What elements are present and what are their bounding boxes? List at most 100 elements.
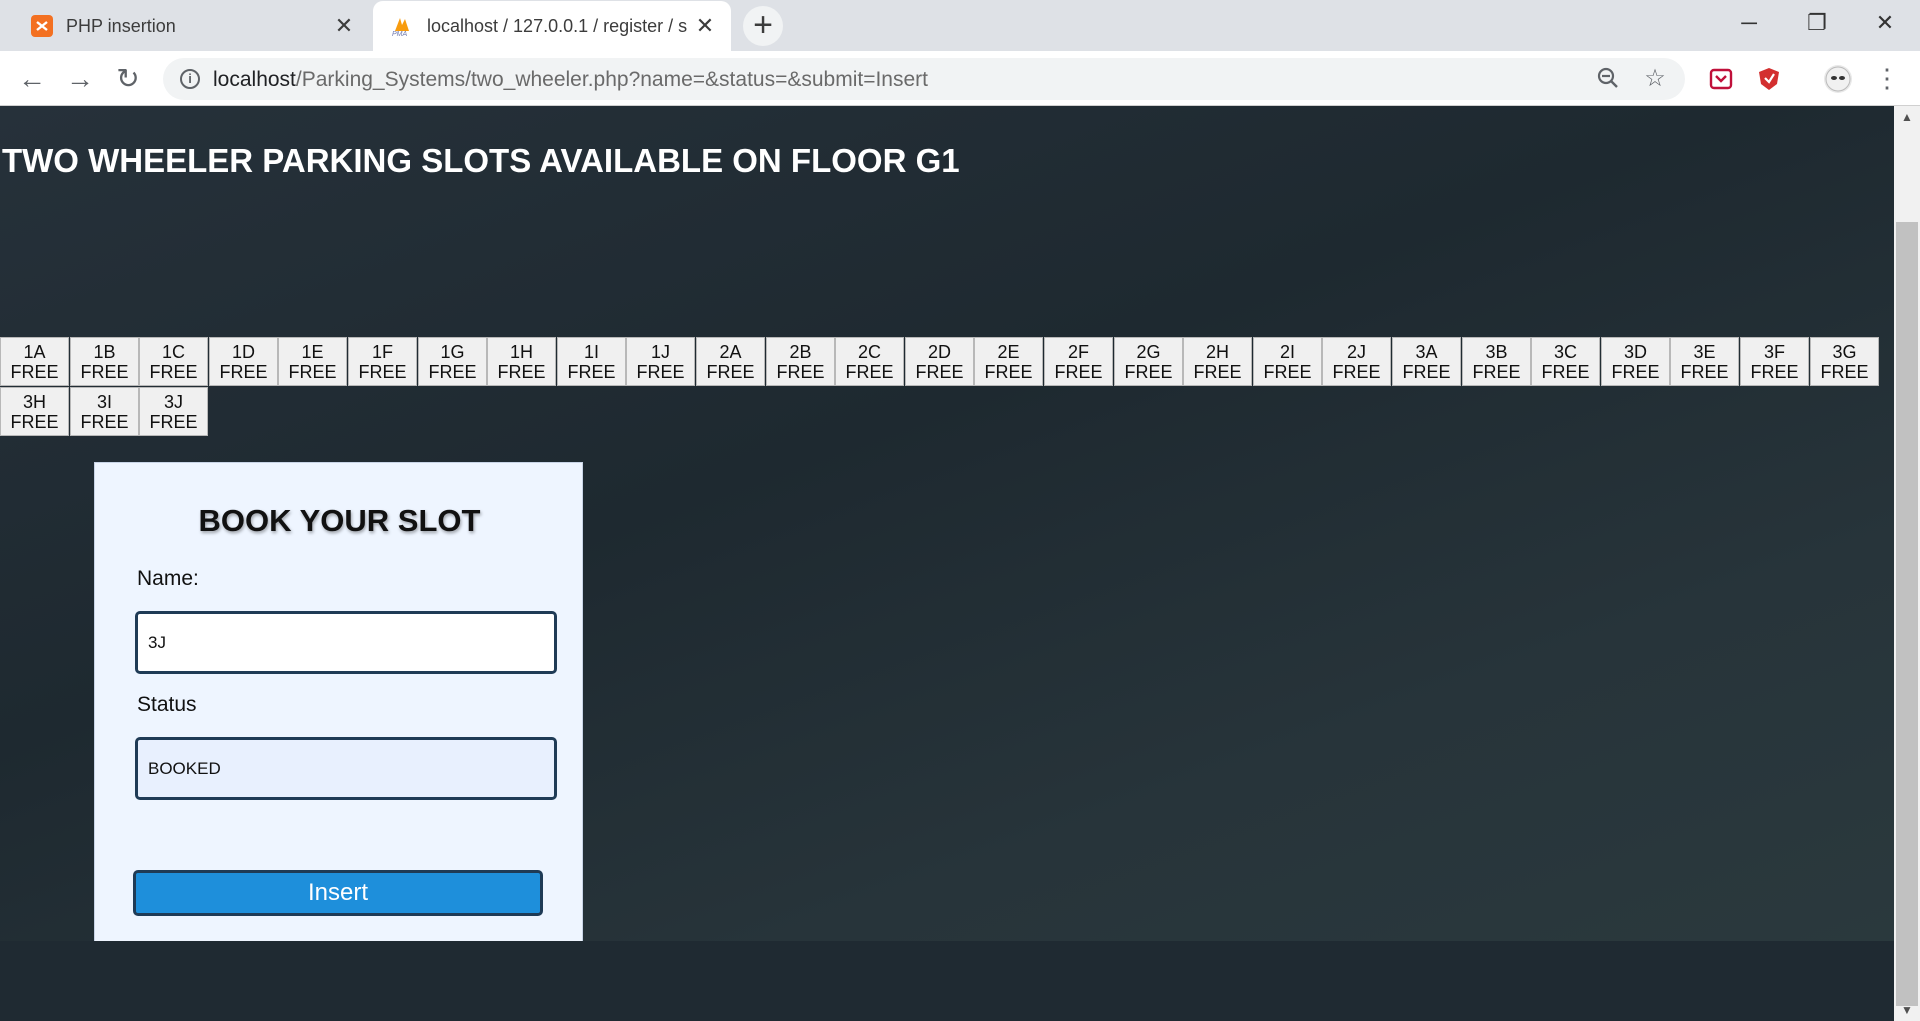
slot-id: 1F [371,342,393,362]
slot-status: FREE [1402,362,1451,382]
form-title: BOOK YOUR SLOT [198,503,481,538]
slot-status: FREE [1472,362,1521,382]
page-title: TWO WHEELER PARKING SLOTS AVAILABLE ON F… [2,142,960,179]
parking-slot[interactable]: 2I FREE [1253,337,1322,386]
profile-avatar-icon[interactable] [1824,65,1852,93]
slot-status: FREE [80,362,129,382]
slot-id: 3E [1693,342,1716,362]
new-tab-button[interactable]: + [743,6,783,46]
slot-id: 2B [789,342,812,362]
slot-id: 3A [1415,342,1438,362]
tab-phpmyadmin[interactable]: PMA localhost / 127.0.0.1 / register / s… [373,1,731,51]
minimize-icon[interactable]: ─ [1728,8,1770,38]
xampp-icon [30,14,54,38]
parking-slot[interactable]: 1J FREE [626,337,695,386]
slot-id: 2F [1067,342,1089,362]
parking-slot[interactable]: 1D FREE [209,337,278,386]
shield-extension-icon[interactable] [1755,65,1783,93]
vertical-scrollbar[interactable]: ▲ ▼ [1894,106,1920,1021]
parking-slot[interactable]: 1F FREE [348,337,417,386]
parking-slot[interactable]: 2J FREE [1322,337,1391,386]
slot-status: FREE [1054,362,1103,382]
forward-arrow-icon[interactable]: → [62,61,98,97]
parking-slot[interactable]: 2F FREE [1044,337,1113,386]
back-arrow-icon[interactable]: ← [14,61,50,97]
name-label: Name: [137,567,199,590]
slot-id: 3H [22,392,46,412]
slot-status: FREE [636,362,685,382]
slot-id: 3B [1485,342,1508,362]
parking-slot[interactable]: 2D FREE [905,337,974,386]
parking-slot[interactable]: 3G FREE [1810,337,1879,386]
window-close-icon[interactable]: ✕ [1864,8,1906,38]
close-icon[interactable]: ✕ [332,14,356,38]
parking-slot[interactable]: 2G FREE [1114,337,1183,386]
url-text[interactable]: localhost/Parking_Systems/two_wheeler.ph… [213,68,928,92]
svg-text:PMA: PMA [392,31,408,37]
parking-slot[interactable]: 1G FREE [418,337,487,386]
parking-slot[interactable]: 2B FREE [766,337,835,386]
slot-id: 3D [1623,342,1647,362]
parking-slot[interactable]: 3I FREE [70,387,139,436]
insert-button[interactable]: Insert [133,870,543,916]
reload-icon[interactable]: ↻ [110,61,146,97]
scroll-down-arrow-icon[interactable]: ▼ [1894,1003,1920,1019]
slot-status: FREE [1541,362,1590,382]
parking-slot[interactable]: 3A FREE [1392,337,1461,386]
status-input[interactable]: BOOKED [135,737,557,800]
parking-slot[interactable]: 3F FREE [1740,337,1809,386]
slot-status: FREE [1124,362,1173,382]
close-icon[interactable]: ✕ [693,14,717,38]
restore-icon[interactable]: ❐ [1796,8,1838,38]
slot-status: FREE [567,362,616,382]
parking-slot[interactable]: 1I FREE [557,337,626,386]
slot-id: 2G [1136,342,1161,362]
parking-slot[interactable]: 3H FREE [0,387,69,436]
slot-id: 3J [163,392,183,412]
parking-slot[interactable]: 1E FREE [278,337,347,386]
parking-slot[interactable]: 3B FREE [1462,337,1531,386]
menu-dots-icon[interactable]: ⋮ [1874,63,1900,93]
slot-status: FREE [1750,362,1799,382]
zoom-out-icon[interactable] [1595,66,1621,92]
slot-id: 1A [23,342,46,362]
parking-slot[interactable]: 1A FREE [0,337,69,386]
slot-id: 3G [1832,342,1857,362]
parking-slot[interactable]: 2H FREE [1183,337,1252,386]
name-input[interactable]: 3J [135,611,557,674]
slot-status: FREE [1680,362,1729,382]
star-bookmark-icon[interactable]: ☆ [1642,66,1668,92]
slot-id: 1J [650,342,670,362]
slot-id: 2D [927,342,951,362]
browser-toolbar: ← → ↻ i localhost/Parking_Systems/two_wh… [0,51,1920,106]
parking-slot[interactable]: 2C FREE [835,337,904,386]
parking-slot[interactable]: 1C FREE [139,337,208,386]
slot-id: 1D [231,342,255,362]
parking-slot[interactable]: 1H FREE [487,337,556,386]
slot-status: FREE [915,362,964,382]
slot-status: FREE [288,362,337,382]
info-icon[interactable]: i [180,69,200,89]
parking-slot[interactable]: 3E FREE [1670,337,1739,386]
slot-status: FREE [706,362,755,382]
address-bar[interactable]: i localhost/Parking_Systems/two_wheeler.… [163,58,1685,100]
slot-status: FREE [845,362,894,382]
parking-slot[interactable]: 3C FREE [1531,337,1600,386]
tab-title: PHP insertion [66,15,176,36]
slot-status: FREE [358,362,407,382]
parking-slot[interactable]: 2A FREE [696,337,765,386]
scrollbar-thumb[interactable] [1896,222,1918,1006]
slot-id: 1I [583,342,599,362]
parking-slot[interactable]: 2E FREE [974,337,1043,386]
tab-php-insertion[interactable]: PHP insertion ✕ [12,1,370,51]
pocket-extension-icon[interactable] [1707,65,1735,93]
scroll-up-arrow-icon[interactable]: ▲ [1894,110,1920,126]
parking-slot[interactable]: 1B FREE [70,337,139,386]
slot-status: FREE [1820,362,1869,382]
slot-id: 1E [301,342,324,362]
slot-status: FREE [984,362,1033,382]
slot-status: FREE [10,362,59,382]
slot-status: FREE [1193,362,1242,382]
parking-slot[interactable]: 3J FREE [139,387,208,436]
parking-slot[interactable]: 3D FREE [1601,337,1670,386]
